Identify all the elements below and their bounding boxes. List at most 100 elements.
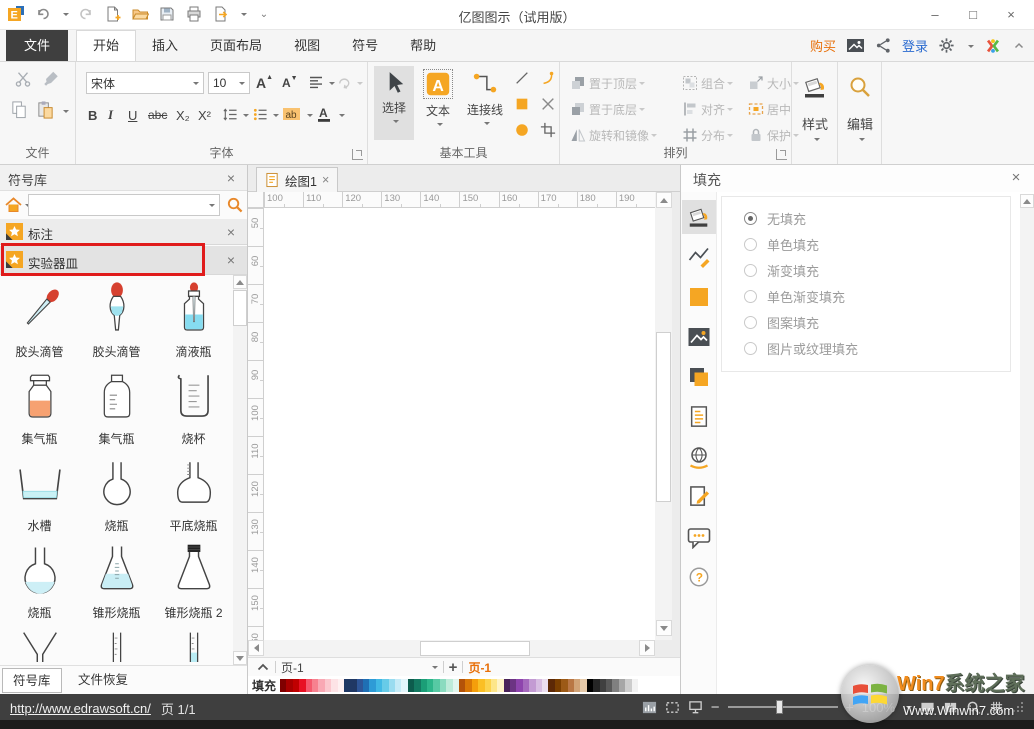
- symbol-烧瓶[interactable]: 烧瓶: [78, 452, 155, 539]
- edit-button[interactable]: 编辑: [840, 66, 880, 140]
- search-icon[interactable]: [226, 196, 243, 213]
- arrange-dialog-launcher[interactable]: [776, 149, 787, 160]
- fill-option-单色填充[interactable]: 单色填充: [722, 231, 1010, 257]
- line-spacing-icon[interactable]: [222, 107, 238, 122]
- strikethrough-button[interactable]: abc: [148, 104, 167, 126]
- crop-tool-icon[interactable]: [540, 122, 556, 138]
- font-name-select[interactable]: 宋体: [86, 72, 204, 94]
- book-view-icon[interactable]: [943, 700, 958, 715]
- font-size-select[interactable]: 10: [208, 72, 250, 94]
- selection-mode-icon[interactable]: [665, 700, 680, 715]
- symbol-锥形烧瓶[interactable]: 锥形烧瓶: [78, 539, 155, 626]
- drawing-page[interactable]: [264, 208, 655, 640]
- search-history-dropdown[interactable]: [209, 204, 215, 210]
- text-tool-button[interactable]: A 文本: [418, 66, 458, 140]
- arrange-arr-align[interactable]: 对齐: [682, 96, 748, 122]
- subscript-button[interactable]: X₂: [176, 104, 190, 126]
- symbol-滴液瓶[interactable]: 滴液瓶: [155, 278, 232, 365]
- symbol-水槽[interactable]: 水槽: [1, 452, 78, 539]
- shrink-font-button[interactable]: A▼: [282, 72, 298, 94]
- align-text-icon[interactable]: [308, 75, 324, 90]
- fill-option-图片或纹理填充[interactable]: 图片或纹理填充: [722, 335, 1010, 361]
- style-button[interactable]: 样式: [795, 66, 835, 140]
- tab-帮助[interactable]: 帮助: [394, 30, 452, 61]
- ellipse-tool-icon[interactable]: [514, 122, 530, 138]
- zoom-in-button[interactable]: +: [846, 699, 854, 715]
- align-dropdown[interactable]: [329, 82, 335, 88]
- buy-button[interactable]: 购买: [810, 36, 836, 55]
- superscript-button[interactable]: X²: [198, 104, 211, 126]
- fill-option-无填充[interactable]: 无填充: [722, 205, 1010, 231]
- library-section-callout[interactable]: 标注 ×: [0, 219, 247, 245]
- fit-window-icon[interactable]: [688, 700, 703, 715]
- maximize-button[interactable]: □: [954, 0, 992, 28]
- connector-tool-button[interactable]: 连接线: [462, 66, 508, 140]
- symbol-partial[interactable]: [78, 626, 155, 662]
- library-section-lab-glassware[interactable]: 实验器皿 ×: [0, 246, 247, 275]
- search-input-box[interactable]: [28, 194, 220, 216]
- radio-button[interactable]: [744, 212, 757, 225]
- zoom-level-label[interactable]: 100%: [862, 700, 895, 715]
- hyperlink-globe-icon[interactable]: [682, 440, 716, 474]
- line-spacing-dropdown[interactable]: [243, 114, 249, 120]
- edrawsoft-link[interactable]: http://www.edrawsoft.cn/: [10, 701, 151, 716]
- tab-symbol-library[interactable]: 符号库: [2, 668, 62, 693]
- line-tool-icon[interactable]: [514, 70, 530, 86]
- page-dropdown-label[interactable]: 页-1: [281, 659, 304, 676]
- rect-tool-icon[interactable]: [514, 96, 530, 112]
- note-icon[interactable]: [682, 480, 716, 514]
- comment-icon[interactable]: [682, 520, 716, 554]
- underline-button[interactable]: U: [128, 104, 137, 126]
- italic-button[interactable]: I: [108, 104, 113, 126]
- symbol-烧瓶[interactable]: 烧瓶: [1, 539, 78, 626]
- share-icon[interactable]: [875, 37, 892, 54]
- collapse-ribbon-button[interactable]: [1012, 39, 1026, 53]
- tab-页面布局[interactable]: 页面布局: [194, 30, 278, 61]
- symbol-集气瓶[interactable]: 集气瓶: [1, 365, 78, 452]
- close-button[interactable]: ×: [992, 0, 1030, 28]
- share-image-icon[interactable]: [846, 37, 865, 54]
- settings-dropdown[interactable]: [968, 45, 974, 51]
- cut-scissors-icon[interactable]: [14, 70, 32, 88]
- panel-toggle-icon[interactable]: [642, 700, 657, 715]
- fill-option-单色渐变填充[interactable]: 单色渐变填充: [722, 283, 1010, 309]
- arrange-arr-front[interactable]: 置于顶层: [570, 70, 682, 96]
- tab-file-recovery[interactable]: 文件恢复: [68, 668, 138, 693]
- symbol-锥形烧瓶 2[interactable]: 锥形烧瓶 2: [155, 539, 232, 626]
- zoom-dropdown[interactable]: [906, 706, 912, 712]
- symbol-胶头滴管[interactable]: 胶头滴管: [78, 278, 155, 365]
- zoom-slider-thumb[interactable]: [776, 700, 783, 714]
- arc-tool-icon[interactable]: [540, 70, 556, 86]
- canvas-vertical-scrollbar[interactable]: [655, 192, 672, 640]
- symbol-集气瓶[interactable]: 集气瓶: [78, 365, 155, 452]
- radio-button[interactable]: [744, 264, 757, 277]
- symbol-胶头滴管[interactable]: 胶头滴管: [1, 278, 78, 365]
- arrange-arr-group[interactable]: 组合: [682, 70, 748, 96]
- canvas-horizontal-scrollbar[interactable]: [248, 640, 655, 657]
- bullets-dropdown[interactable]: [273, 114, 279, 120]
- font-color-icon[interactable]: A: [316, 106, 332, 123]
- library-close-icon[interactable]: ×: [223, 170, 239, 186]
- tab-符号[interactable]: 符号: [336, 30, 394, 61]
- cross-tool-icon[interactable]: [540, 96, 556, 112]
- fill-panel-close-icon[interactable]: ×: [1008, 170, 1024, 186]
- copy-icon[interactable]: [10, 100, 29, 120]
- help-icon[interactable]: ?: [682, 560, 716, 594]
- highlight-dropdown[interactable]: [307, 114, 313, 120]
- minimize-button[interactable]: –: [916, 0, 954, 28]
- zoom-slider[interactable]: [728, 706, 838, 708]
- color-swatch[interactable]: [632, 679, 638, 692]
- radio-button[interactable]: [744, 316, 757, 329]
- radio-button[interactable]: [744, 342, 757, 355]
- radio-button[interactable]: [744, 238, 757, 251]
- paste-dropdown[interactable]: [63, 110, 69, 116]
- login-button[interactable]: 登录: [902, 36, 928, 55]
- home-icon[interactable]: [4, 196, 23, 214]
- format-painter-icon[interactable]: [42, 70, 60, 88]
- tab-视图[interactable]: 视图: [278, 30, 336, 61]
- symbol-平底烧瓶[interactable]: 平底烧瓶: [155, 452, 232, 539]
- grow-font-button[interactable]: A▲: [256, 72, 273, 94]
- font-dialog-launcher[interactable]: [352, 149, 363, 160]
- pan-zoom-icon[interactable]: [966, 700, 981, 715]
- page-dropdown-arrow[interactable]: [432, 666, 438, 672]
